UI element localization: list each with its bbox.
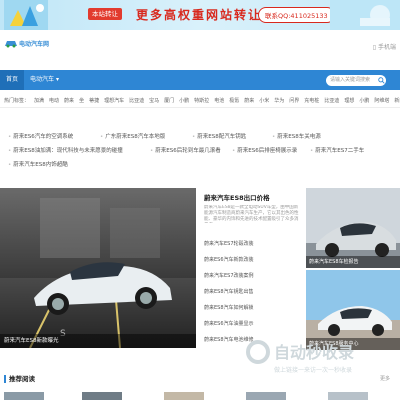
tag-link[interactable]: 厦门 <box>164 98 174 104</box>
link-item[interactable]: 蔚来ES6汽车的空调系统 <box>8 132 73 140</box>
tag-link[interactable]: 比亚迪 <box>324 98 339 104</box>
recommend-thumb[interactable] <box>328 392 368 400</box>
banner-contact[interactable]: 联系QQ:411025133 <box>258 7 335 23</box>
tag-link[interactable]: 蔚来 <box>64 98 74 104</box>
tag-link[interactable]: 问界 <box>289 98 299 104</box>
tag-link[interactable]: 电池 <box>214 98 224 104</box>
recommend-thumbs <box>0 392 400 400</box>
featured-list-item[interactable]: 蔚来汽车ES7轮毂改装 <box>204 240 254 247</box>
mobile-label: 手机端 <box>377 44 396 51</box>
watermark-logo-icon: 自动秒收录 做上链接一来访一次一秒收录 <box>246 340 354 374</box>
banner-graphic-icon <box>330 0 400 30</box>
tag-link[interactable]: 比亚迪 <box>129 98 144 104</box>
tag-link[interactable]: 电动 <box>49 98 59 104</box>
chevron-down-icon: ▾ <box>55 76 59 83</box>
recommend-thumb[interactable] <box>164 392 204 400</box>
banner-decoration-icon <box>4 0 48 30</box>
tag-link[interactable]: 华为 <box>274 98 284 104</box>
tag-link[interactable]: 小米 <box>259 98 269 104</box>
thumb-card[interactable]: 蔚来汽车ES8车检报告 <box>306 188 400 268</box>
recommend-thumb[interactable] <box>246 392 286 400</box>
tag-link[interactable]: 阿维塔 <box>374 98 389 104</box>
section-marker <box>4 375 6 383</box>
mobile-link[interactable]: ▯ 手机端 <box>373 42 396 51</box>
sports-car-image: S <box>0 188 196 348</box>
search-icon[interactable] <box>378 77 385 84</box>
link-item[interactable]: 蔚来汽车ES8内饰超酷 <box>8 160 67 168</box>
tag-link[interactable]: 小鹏 <box>179 98 189 104</box>
hot-tags: 热门标签： 加满 电动 蔚来坐蒂捷 理想汽车 比亚迪 宝马 厦门 小鹏 特斯拉 电池 极氪 蔚来 小米 华为… <box>0 94 400 108</box>
site-logo[interactable]: 电动汽车网 <box>4 38 49 48</box>
featured-desc: 蔚来汽车ES8是一款全电动SUV车型，由中国新能源汽车制造商蔚来汽车生产，它以其… <box>204 205 299 222</box>
more-link[interactable]: 更多 <box>380 375 390 382</box>
banner-slogan: 更多高权重网站转让 <box>136 8 263 22</box>
featured-list-item[interactable]: 蔚来ES6汽车新款改装 <box>204 256 254 263</box>
tag-link[interactable]: 新能源 <box>394 98 400 104</box>
top-ad-banner[interactable]: 本站转让 更多高权重网站转让 联系QQ:411025133 <box>0 0 400 30</box>
tag-link[interactable]: 充电桩 <box>304 98 319 104</box>
tags-label: 热门标签： <box>4 98 30 104</box>
recommend-title: 推荐阅读 <box>9 375 35 383</box>
tag-link[interactable]: 坐 <box>79 98 84 104</box>
site-header <box>0 30 400 66</box>
link-item[interactable]: 广东蔚来ES8汽车本地版 <box>100 132 165 140</box>
hero-slide[interactable]: S 蔚来汽车ES8新款曝光 <box>0 188 196 348</box>
search-input[interactable]: 请输入关键词搜索 <box>326 75 386 86</box>
main-nav: 首页 电动汽车 ▾ 请输入关键词搜索 <box>0 70 400 90</box>
banner-tag: 本站转让 <box>88 8 122 20</box>
recommend-thumb[interactable] <box>82 392 122 400</box>
featured-list-item[interactable]: 蔚来ES8汽车钥匙出售 <box>204 288 254 295</box>
recommend-section: 推荐阅读 更多 <box>0 374 400 384</box>
featured-article: 蔚来汽车ES8出口价格 蔚来汽车ES8是一款全电动SUV车型，由中国新能源汽车制… <box>204 192 302 343</box>
tag-link[interactable]: 加满 <box>34 98 44 104</box>
tag-link[interactable]: 理想 <box>344 98 354 104</box>
tag-link[interactable]: 小鹏 <box>359 98 369 104</box>
featured-list-item[interactable]: 蔚来ES8汽车如何解锁 <box>204 304 254 311</box>
watermark-brand: 自动秒收录 <box>274 343 354 362</box>
thumb-caption: 蔚来汽车ES8车检报告 <box>306 256 400 268</box>
link-item[interactable]: 蔚来ES6后排座椅展示录 <box>232 146 297 154</box>
tag-link[interactable]: 宝马 <box>149 98 159 104</box>
nav-home[interactable]: 首页 <box>0 70 25 90</box>
link-item[interactable]: 蔚来ES8配汽车钥匙 <box>192 132 246 140</box>
car-logo-icon <box>5 41 17 48</box>
link-item[interactable]: 蔚来汽车ES7二手车 <box>310 146 364 154</box>
link-item[interactable]: 蔚来ES6后轮到车最几滚看 <box>150 146 220 154</box>
tag-link[interactable]: 蒂捷 <box>89 98 99 104</box>
hero-caption: 蔚来汽车ES8新款曝光 <box>0 334 196 348</box>
site-logo-text: 电动汽车网 <box>19 40 50 48</box>
tag-link[interactable]: 特斯拉 <box>194 98 209 104</box>
tag-link[interactable]: 蔚来 <box>244 98 254 104</box>
recommend-thumb[interactable] <box>4 392 44 400</box>
link-item[interactable]: 蔚来ES8车关电源 <box>272 132 320 140</box>
tag-link[interactable]: 理想汽车 <box>104 98 124 104</box>
featured-list-item[interactable]: 蔚来ES6汽车油量显示 <box>204 320 254 327</box>
nav-electric-cars[interactable]: 电动汽车 ▾ <box>24 70 65 90</box>
nav-category-label: 电动汽车 <box>30 76 55 83</box>
watermark-sub: 做上链接一来访一次一秒收录 <box>274 366 352 374</box>
featured-list-item[interactable]: 蔚来汽车ES7改装案例 <box>204 272 254 279</box>
featured-title[interactable]: 蔚来汽车ES8出口价格 <box>204 192 302 202</box>
tag-link[interactable]: 极氪 <box>229 98 239 104</box>
link-item[interactable]: 蔚来ES8油加满：现代科技与未来愿景的碰撞 <box>8 146 122 154</box>
